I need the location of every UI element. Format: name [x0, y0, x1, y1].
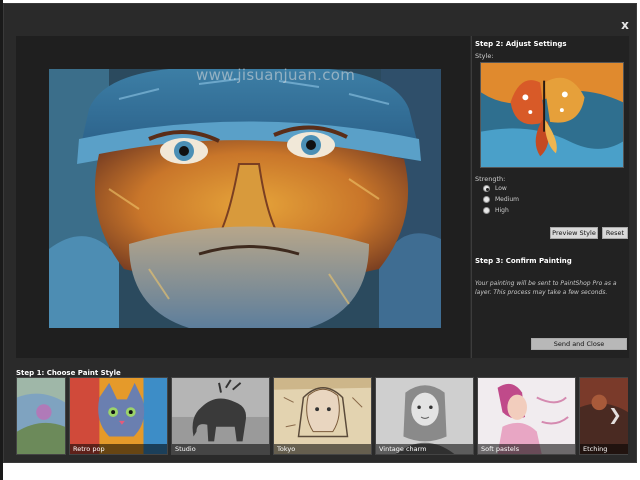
style-tile-soft-pastels[interactable]: Soft pastels: [477, 377, 576, 455]
settings-panel: Step 2: Adjust Settings Style: Strength:: [471, 36, 629, 358]
step3-description: Your painting will be sent to PaintShop …: [475, 280, 617, 296]
tile-image-elephant: [172, 378, 269, 454]
style-tile-etching[interactable]: Etching ❯: [579, 377, 628, 455]
radio-low[interactable]: [483, 185, 490, 192]
tile-label-vintage-charm: Vintage charm: [376, 444, 473, 454]
strength-option-low[interactable]: Low: [483, 184, 507, 193]
step2-title: Step 2: Adjust Settings: [475, 40, 567, 48]
painted-portrait-image: [49, 69, 441, 328]
style-tile-studio[interactable]: Studio: [171, 377, 270, 455]
style-tile-retro-pop[interactable]: Retro pop: [69, 377, 168, 455]
radio-label-medium: Medium: [495, 196, 519, 203]
style-tile-watercolor[interactable]: [16, 377, 66, 455]
tile-label-studio: Studio: [172, 444, 269, 454]
tile-image-sketch-portrait: [376, 378, 473, 454]
paint-style-dialog: x www.jisuanjuan.com Step 2: Adjust Sett…: [3, 3, 637, 463]
radio-label-low: Low: [495, 185, 507, 192]
radio-high[interactable]: [483, 207, 490, 214]
style-preview-thumbnail: [480, 62, 624, 168]
tile-image-manga: [274, 378, 371, 454]
preview-panel: www.jisuanjuan.com: [16, 36, 470, 358]
style-tile-vintage-charm[interactable]: Vintage charm: [375, 377, 474, 455]
tile-label-etching: Etching: [580, 444, 628, 454]
tile-image-cat: [70, 378, 167, 454]
tile-label-tokyo: Tokyo: [274, 444, 371, 454]
tile-image: [17, 378, 65, 454]
step1-title: Step 1: Choose Paint Style: [16, 369, 121, 377]
strength-label: Strength:: [475, 175, 506, 183]
tile-label-retro-pop: Retro pop: [70, 444, 167, 454]
tile-image-pastel-portrait: [478, 378, 575, 454]
chevron-right-icon[interactable]: ❯: [608, 406, 622, 424]
close-icon[interactable]: x: [618, 18, 632, 32]
style-label: Style:: [475, 52, 494, 60]
step3-title: Step 3: Confirm Painting: [475, 257, 572, 265]
strength-option-high[interactable]: High: [483, 206, 509, 215]
preview-image: [49, 69, 441, 328]
strength-option-medium[interactable]: Medium: [483, 195, 519, 204]
watermark-text: www.jisuanjuan.com: [196, 66, 356, 84]
style-tile-tokyo[interactable]: Tokyo: [273, 377, 372, 455]
preview-style-button[interactable]: Preview Style: [550, 227, 598, 239]
butterfly-style-image: [481, 63, 623, 167]
radio-label-high: High: [495, 207, 509, 214]
radio-medium[interactable]: [483, 196, 490, 203]
send-and-close-button[interactable]: Send and Close: [531, 338, 627, 350]
style-strip: Retro pop Studio Tokyo Vintage charm Sof…: [16, 377, 628, 455]
tile-label-soft-pastels: Soft pastels: [478, 444, 575, 454]
reset-button[interactable]: Reset: [602, 227, 628, 239]
